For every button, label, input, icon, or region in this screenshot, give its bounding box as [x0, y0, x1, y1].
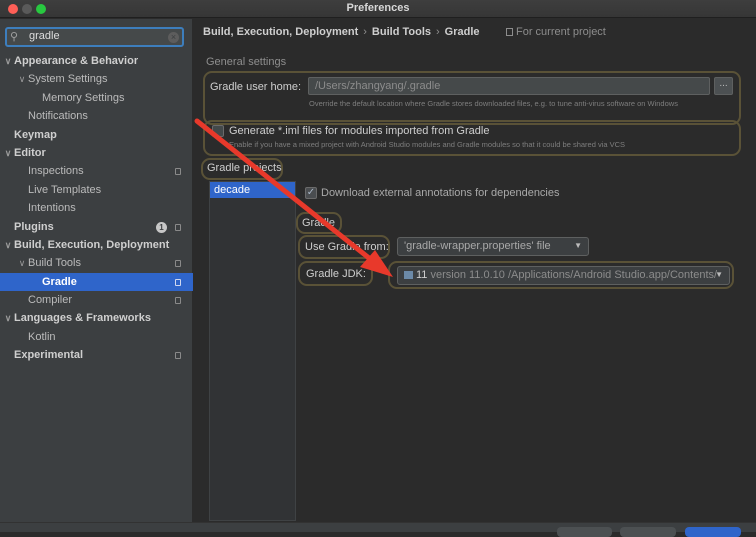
- chevron-down-icon[interactable]: ∨: [2, 309, 14, 327]
- project-scope-icon: [175, 168, 181, 176]
- project-scope-icon: [175, 297, 181, 305]
- folder-icon: [404, 271, 413, 279]
- notification-badge: 1: [156, 221, 167, 233]
- general-settings-title: General settings: [206, 56, 287, 68]
- use-gradle-from-select[interactable]: 'gradle-wrapper.properties' file ▼: [397, 237, 589, 256]
- sidebar-item-memory-settings[interactable]: Memory Settings: [0, 89, 193, 107]
- sidebar-item-appearance-behavior[interactable]: ∨ Appearance & Behavior: [0, 52, 193, 70]
- chevron-down-icon: ▼: [574, 241, 582, 250]
- sidebar-item-label: Notifications: [28, 110, 88, 123]
- sidebar-item-gradle[interactable]: Gradle: [0, 272, 193, 292]
- sidebar-item-label: Plugins: [14, 220, 54, 233]
- user-home-hint: Override the default location where Grad…: [309, 99, 678, 108]
- browse-button[interactable]: ...: [714, 77, 733, 95]
- download-annotations-label: Download external annotations for depend…: [321, 187, 560, 199]
- dialog-button[interactable]: [557, 527, 612, 537]
- sidebar-item-notifications[interactable]: Notifications: [0, 107, 193, 125]
- breadcrumb: Build, Execution, Deployment › Build Tools…: [203, 26, 480, 38]
- sidebar-item-kotlin[interactable]: Kotlin: [0, 328, 193, 346]
- scope-indicator: For current project: [506, 26, 606, 38]
- generate-iml-label: Generate *.iml files for modules importe…: [229, 125, 490, 137]
- chevron-down-icon[interactable]: ∨: [2, 52, 14, 70]
- sidebar-item-label: Build, Execution, Deployment: [14, 238, 170, 251]
- scope-label: For current project: [516, 26, 606, 38]
- project-scope-icon: [175, 223, 181, 231]
- sidebar-item-plugins[interactable]: Plugins 1: [0, 218, 193, 236]
- chevron-down-icon: ▼: [715, 270, 723, 279]
- search-value: gradle: [29, 30, 60, 42]
- sidebar-item-label: Gradle: [42, 275, 77, 288]
- sidebar-item-experimental[interactable]: Experimental: [0, 346, 193, 364]
- sidebar-item-label: Intentions: [28, 202, 76, 215]
- generate-iml-hint: Enable if you have a mixed project with …: [229, 140, 626, 149]
- sidebar-item-build-execution-deployment[interactable]: ∨ Build, Execution, Deployment: [0, 236, 193, 254]
- window-title: Preferences: [346, 2, 410, 14]
- breadcrumb-item: Gradle: [444, 26, 480, 38]
- chevron-down-icon[interactable]: ∨: [16, 70, 28, 88]
- title-bar: Preferences: [0, 0, 756, 18]
- settings-search-input[interactable]: ⚲ gradle ×: [5, 27, 184, 47]
- sidebar-item-label: Inspections: [28, 165, 84, 178]
- sidebar-item-label: Live Templates: [28, 183, 102, 196]
- download-annotations-checkbox[interactable]: ✓: [305, 187, 317, 199]
- sidebar-item-label: Keymap: [14, 128, 57, 141]
- sidebar-item-build-tools[interactable]: ∨ Build Tools: [0, 254, 193, 272]
- sidebar-item-languages-frameworks[interactable]: ∨ Languages & Frameworks: [0, 309, 193, 327]
- chevron-down-icon[interactable]: ∨: [2, 236, 14, 254]
- project-scope-icon: [175, 352, 181, 360]
- settings-sidebar: ⚲ gradle × ∨ Appearance & Behavior ∨ System…: [0, 19, 193, 532]
- gradle-section-title: Gradle: [302, 217, 336, 229]
- use-gradle-from-label: Use Gradle from:: [305, 241, 389, 253]
- sidebar-item-label: Compiler: [28, 294, 73, 307]
- settings-tree: ∨ Appearance & Behavior ∨ System Settings Me…: [0, 52, 193, 365]
- project-scope-icon: [175, 260, 181, 268]
- sidebar-item-label: Kotlin: [28, 330, 56, 343]
- chevron-down-icon[interactable]: ∨: [16, 254, 28, 272]
- gradle-user-home-field[interactable]: /Users/zhangyang/.gradle: [308, 77, 710, 95]
- sidebar-item-live-templates[interactable]: Live Templates: [0, 181, 193, 199]
- project-scope-icon: [506, 28, 513, 36]
- sidebar-item-keymap[interactable]: Keymap: [0, 126, 193, 144]
- gradle-settings-panel: Build, Execution, Deployment › Build Tools…: [194, 19, 756, 532]
- sidebar-item-label: Memory Settings: [42, 91, 125, 104]
- sidebar-item-label: Editor: [14, 146, 46, 159]
- generate-iml-checkbox[interactable]: [212, 125, 224, 137]
- sidebar-item-inspections[interactable]: Inspections: [0, 162, 193, 180]
- gradle-projects-list: decade: [209, 181, 296, 521]
- chevron-down-icon[interactable]: ∨: [2, 144, 14, 162]
- jdk-detail: version 11.0.10 /Applications/Android St…: [430, 269, 718, 281]
- sidebar-item-system-settings[interactable]: ∨ System Settings: [0, 70, 193, 88]
- sidebar-item-label: Experimental: [14, 349, 84, 362]
- project-scope-icon: [175, 278, 181, 286]
- breadcrumb-item[interactable]: Build Tools: [372, 26, 431, 38]
- gradle-user-home-label: Gradle user home:: [210, 81, 302, 93]
- sidebar-item-editor[interactable]: ∨ Editor: [0, 144, 193, 162]
- sidebar-item-compiler[interactable]: Compiler: [0, 291, 193, 309]
- search-icon: ⚲: [10, 31, 19, 43]
- clear-search-icon[interactable]: ×: [168, 32, 179, 43]
- project-item-decade[interactable]: decade: [210, 182, 295, 198]
- breadcrumb-separator: ›: [436, 26, 440, 38]
- sidebar-item-label: System Settings: [28, 73, 108, 86]
- gradle-jdk-select[interactable]: 11 version 11.0.10 /Applications/Android…: [397, 266, 730, 285]
- sidebar-item-intentions[interactable]: Intentions: [0, 199, 193, 217]
- sidebar-item-label: Build Tools: [28, 257, 81, 270]
- breadcrumb-separator: ›: [363, 26, 367, 38]
- sidebar-item-label: Appearance & Behavior: [14, 55, 139, 67]
- use-gradle-from-value: 'gradle-wrapper.properties' file: [404, 240, 551, 252]
- gradle-projects-title: Gradle projects: [207, 162, 282, 174]
- gradle-jdk-label: Gradle JDK:: [306, 268, 366, 280]
- dialog-button[interactable]: [620, 527, 676, 537]
- sidebar-item-label: Languages & Frameworks: [14, 312, 151, 325]
- dialog-default-button[interactable]: [685, 527, 741, 537]
- jdk-version: 11: [416, 269, 428, 281]
- breadcrumb-item[interactable]: Build, Execution, Deployment: [203, 26, 358, 38]
